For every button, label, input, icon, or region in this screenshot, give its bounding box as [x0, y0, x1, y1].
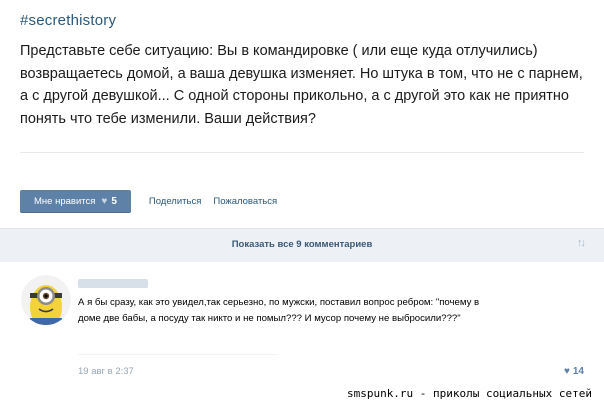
show-all-comments-link[interactable]: Показать все 9 комментариев [0, 239, 604, 250]
post-divider [20, 152, 584, 153]
report-link[interactable]: Пожаловаться [213, 196, 277, 207]
sort-arrows-icon[interactable]: ↑↓ [577, 237, 586, 249]
wall-post: #secrethistory Представьте себе ситуацию… [0, 0, 604, 228]
watermark-bar: smspunk.ru - приколы социальных сетей [0, 386, 604, 403]
like-button-label: Мне нравится [34, 195, 96, 207]
comment-divider [78, 354, 278, 355]
comment-author-name-blurred[interactable] [78, 279, 148, 288]
post-text-line: Представьте себе ситуацию: Вы в командир… [20, 43, 538, 59]
like-count: 5 [111, 195, 117, 207]
comment-text-line: А я бы сразу, как это увидел,так серьезн… [78, 297, 480, 308]
minion-avatar-svg [21, 275, 71, 325]
show-comments-bar[interactable]: Показать все 9 комментариев ↑↓ [0, 228, 604, 263]
comment-like-count: 14 [572, 366, 584, 377]
heart-icon: ♥ [563, 366, 570, 377]
comment-text-line: доме две бабы, а посуду так никто и не п… [78, 312, 461, 324]
minion-avatar-icon[interactable] [21, 275, 71, 325]
post-text-line: возвращаетесь домой, а ваша девушка изме… [20, 65, 583, 82]
post-text-line: а с другой девушкой... С одной стороны п… [20, 88, 569, 104]
comment-text: А я бы сразу, как это увидел,так серьезн… [78, 295, 518, 326]
comment-like-button[interactable]: ♥ 14 [564, 366, 584, 377]
vk-post-page: #secrethistory Представьте себе ситуацию… [0, 0, 604, 403]
like-button[interactable]: Мне нравится ♥ 5 [20, 189, 131, 213]
share-link[interactable]: Поделиться [149, 196, 201, 207]
watermark-text: smspunk.ru - приколы социальных сетей [346, 387, 592, 400]
heart-icon: ♥ [101, 195, 108, 207]
post-text-line: понять что тебе изменили. Ваши действия? [20, 110, 316, 127]
post-actions: Мне нравится ♥ 5 Поделиться Пожаловаться [20, 189, 277, 213]
comment-date[interactable]: 19 авг в 2:37 [78, 366, 134, 377]
post-text: Представьте себе ситуацию: Вы в командир… [20, 40, 595, 130]
hashtag-link[interactable]: #secrethistory [20, 12, 116, 29]
